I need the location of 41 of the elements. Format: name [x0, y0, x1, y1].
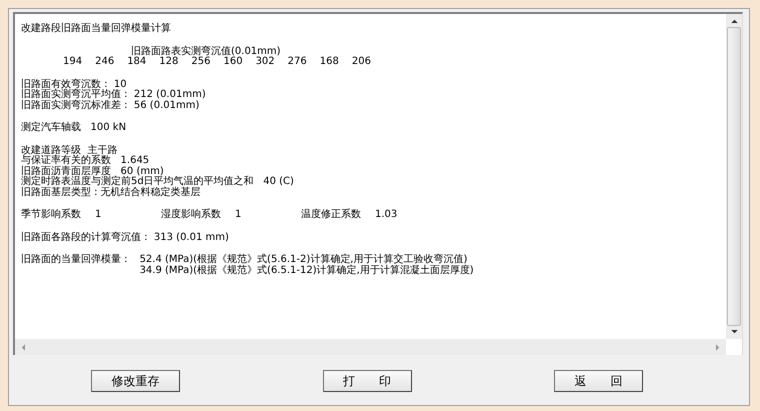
deflection-value: 302 [256, 57, 275, 68]
scroll-up-icon[interactable] [730, 19, 738, 23]
scroll-left-icon[interactable] [21, 344, 25, 350]
report-line: 旧路面基层类型 : 无机结合料稳定类基层 [21, 188, 202, 198]
scrollbar-thumb[interactable] [727, 27, 741, 326]
modulus-label: 旧路面的当量回弹模量 : [21, 255, 128, 267]
dialog-button[interactable]: 打 印 [322, 370, 412, 392]
deflection-value: 184 [127, 57, 146, 68]
deflection-value: 194 [63, 57, 82, 68]
coefficient-label: 温度修正系数 [301, 210, 361, 220]
deflection-value: 276 [288, 57, 307, 68]
coefficient-value: 1 [95, 210, 102, 220]
report-line: 与保证率有关的系数 1.645 [21, 156, 150, 166]
vertical-scrollbar[interactable] [726, 14, 742, 339]
coefficient-value: 1 [235, 210, 242, 220]
deflection-value: 246 [95, 57, 114, 68]
coefficient-label: 季节影响系数 [21, 210, 81, 220]
report-line: 改建路段旧路面当量回弹模量计算 [21, 24, 172, 34]
deflection-value: 256 [191, 57, 210, 68]
report-line: 旧路面沥青面层厚度 60 (mm) [21, 166, 164, 176]
report-line: 旧路面各路段的计算弯沉值 : 313 (0.01 mm) [21, 232, 230, 243]
deflection-value: 128 [159, 57, 178, 68]
horizontal-scrollbar[interactable] [15, 339, 726, 355]
deflection-value: 168 [320, 57, 339, 68]
report-line: 测定时路表温度与测定前5d日平均气温的平均值之和 40 (C) [21, 177, 295, 187]
modulus-value: 52.4 (MPa)(根据《规范》式(5.6.1-2)计算确定,用于计算交工验收弯沉值) [140, 255, 468, 265]
deflection-value: 160 [223, 57, 243, 68]
coefficient-label: 湿度影响系数 [161, 210, 221, 220]
report-line: 改建道路等级 主干路 [21, 146, 118, 156]
report-line: 旧路面有效弯沉数 : 10 [21, 80, 128, 90]
modulus-value: 34.9 (MPa)(根据《规范》式(6.5.1-12)计算确定,用于计算混凝土面层厚度) [140, 266, 474, 276]
report-line: 旧路面实测弯沉标准差 : 56 (0.01mm) [21, 100, 200, 111]
deflection-heading: 旧路面路表实测弯沉值(0.01mm) [131, 46, 281, 56]
coefficient-value: 1.03 [375, 210, 398, 220]
report-line: 旧路面实测弯沉平均值 : 212 (0.01mm) [21, 90, 207, 100]
dialog-button[interactable]: 返 回 [554, 370, 643, 392]
scroll-down-icon[interactable] [730, 330, 738, 334]
deflection-value: 206 [352, 57, 371, 68]
report-line: 测定汽车轴载 100 kN [21, 123, 128, 134]
scroll-right-icon[interactable] [716, 344, 720, 350]
dialog-button[interactable]: 修改重存 [91, 370, 180, 392]
